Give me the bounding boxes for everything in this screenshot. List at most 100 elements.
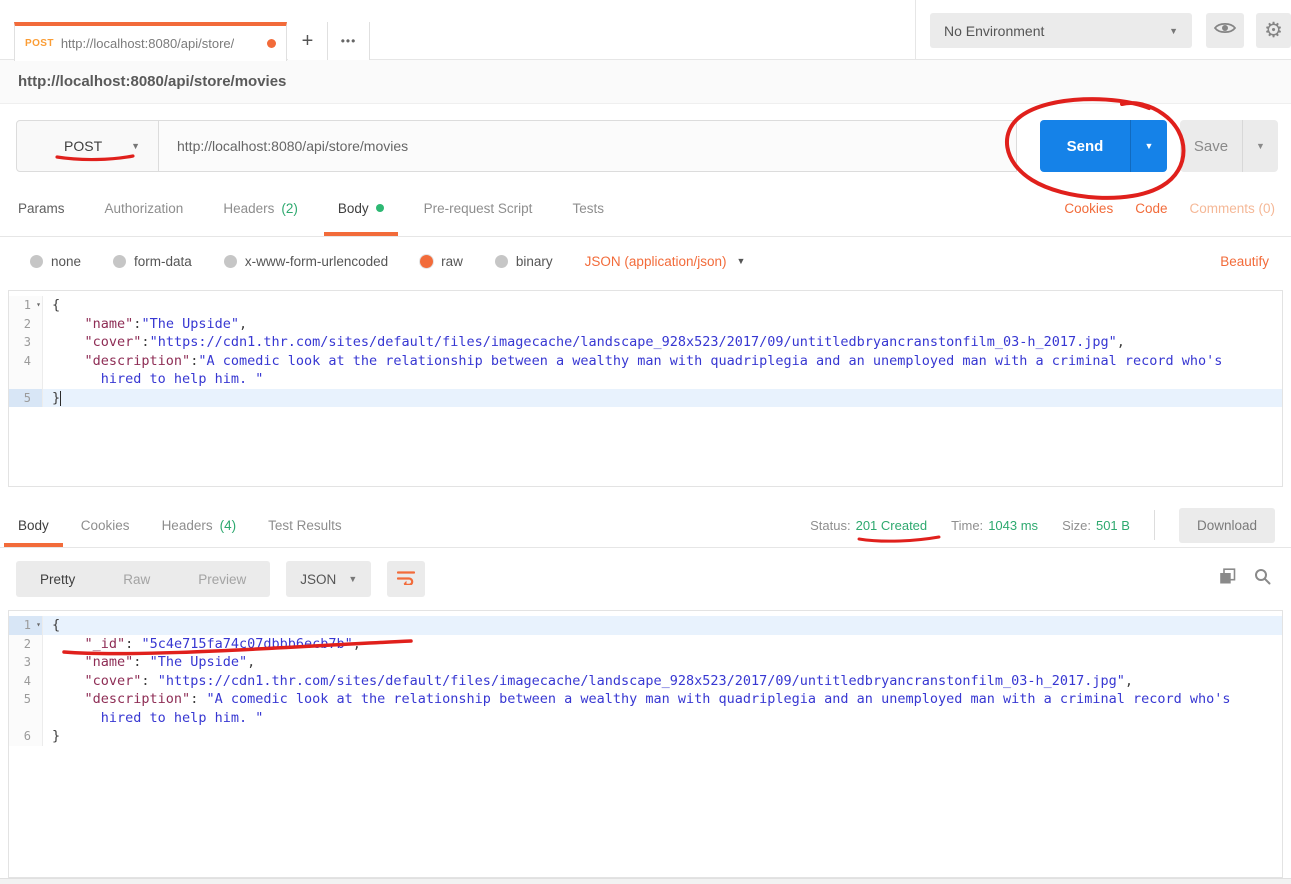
line-number: 5: [9, 690, 43, 709]
body-mode-raw[interactable]: raw: [420, 254, 463, 269]
comments-link[interactable]: Comments (0): [1189, 201, 1275, 216]
status-badge: Status: 201 Created: [810, 518, 927, 533]
beautify-link[interactable]: Beautify: [1220, 254, 1269, 269]
time-label: Time:: [951, 518, 983, 533]
environment-quick-look-button[interactable]: [1206, 13, 1244, 48]
body-mode-x-www-form-urlencoded[interactable]: x-www-form-urlencoded: [224, 254, 388, 269]
fold-toggle-icon[interactable]: ▾: [36, 296, 41, 315]
response-tab-cookies[interactable]: Cookies: [81, 503, 130, 547]
save-button[interactable]: Save ▼: [1180, 120, 1278, 172]
code-line: 4 "description":"A comedic look at the r…: [9, 352, 1282, 371]
radio-icon[interactable]: [224, 255, 237, 268]
meta-divider: [1154, 510, 1155, 540]
copy-button[interactable]: [1219, 568, 1236, 590]
code-text: "description":"A comedic look at the rel…: [43, 352, 1282, 371]
radio-icon[interactable]: [113, 255, 126, 268]
fold-toggle-icon[interactable]: ▾: [36, 616, 41, 635]
line-number: [9, 370, 43, 389]
search-button[interactable]: [1254, 568, 1271, 590]
code-line: 2 "_id": "5c4e715fa74c07dbbb6ecb7b",: [9, 635, 1282, 654]
body-mode-bar: none form-data x-www-form-urlencoded raw bin…: [0, 237, 1291, 285]
body-mode-binary[interactable]: binary: [495, 254, 553, 269]
chevron-down-icon: ▼: [348, 574, 357, 584]
code-text: "name": "The Upside",: [43, 653, 1282, 672]
response-tab-test-results[interactable]: Test Results: [268, 503, 342, 547]
method-dropdown[interactable]: POST ▼: [16, 120, 159, 172]
code-line: 3 "cover":"https://cdn1.thr.com/sites/de…: [9, 333, 1282, 352]
tab-label: Headers: [223, 201, 274, 216]
url-input[interactable]: [159, 120, 1017, 172]
request-body-editor[interactable]: 1▾{2 "name":"The Upside",3 "cover":"http…: [8, 290, 1283, 487]
response-format-dropdown[interactable]: JSON ▼: [286, 561, 371, 597]
size-badge: Size: 501 B: [1062, 518, 1130, 533]
settings-button[interactable]: ⚙: [1256, 13, 1291, 48]
code-text: "name":"The Upside",: [43, 315, 1282, 334]
unsaved-changes-dot: [267, 39, 276, 48]
send-button-label[interactable]: Send: [1040, 120, 1130, 172]
code-text: hired to help him. ": [43, 709, 1282, 728]
response-tab-body[interactable]: Body: [18, 503, 49, 547]
wrap-lines-button[interactable]: [387, 561, 425, 597]
tab-count-badge: (4): [220, 518, 237, 533]
code-text: {: [43, 296, 1282, 315]
code-line: 6}: [9, 727, 1282, 746]
tab-options-button[interactable]: •••: [328, 22, 370, 60]
radio-icon[interactable]: [495, 255, 508, 268]
body-mode-label: x-www-form-urlencoded: [245, 254, 388, 269]
request-tabs-bar: Params Authorization Headers(2) Body Pre-req…: [0, 180, 1291, 237]
code-line: hired to help him. ": [9, 370, 1282, 389]
response-meta: Status: 201 Created Time: 1043 ms Size: …: [810, 503, 1275, 547]
new-tab-button[interactable]: +: [288, 22, 328, 60]
response-body-editor[interactable]: 1▾{2 "_id": "5c4e715fa74c07dbbb6ecb7b",3…: [8, 610, 1283, 878]
line-number: 1▾: [9, 296, 43, 315]
response-view-raw[interactable]: Raw: [99, 572, 174, 587]
line-number: 4: [9, 352, 43, 371]
code-line: 3 "name": "The Upside",: [9, 653, 1282, 672]
tab-label: Cookies: [81, 518, 130, 533]
code-line: 5 "description": "A comedic look at the …: [9, 690, 1282, 709]
code-line: hired to help him. ": [9, 709, 1282, 728]
save-button-label[interactable]: Save: [1180, 120, 1242, 172]
request-tab-headers[interactable]: Headers(2): [223, 180, 298, 236]
header-divider: [915, 0, 916, 60]
body-mode-label: raw: [441, 254, 463, 269]
postman-window: POST http://localhost:8080/api/store/ + …: [0, 0, 1291, 884]
request-tab-body[interactable]: Body: [338, 180, 384, 236]
environment-label: No Environment: [944, 23, 1044, 39]
tab-label: Tests: [572, 201, 604, 216]
request-title-bar: http://localhost:8080/api/store/movies: [0, 60, 1291, 104]
line-number: 5: [9, 389, 43, 408]
response-actions: [1219, 568, 1271, 590]
code-text: {: [43, 616, 1282, 635]
size-value: 501 B: [1096, 518, 1130, 533]
method-label: POST: [64, 138, 102, 154]
cookies-link[interactable]: Cookies: [1064, 201, 1113, 216]
body-mode-form-data[interactable]: form-data: [113, 254, 192, 269]
request-tab-authorization[interactable]: Authorization: [105, 180, 184, 236]
body-mode-none[interactable]: none: [30, 254, 81, 269]
chevron-down-icon: ▼: [1169, 26, 1178, 36]
request-tab-pre-request-script[interactable]: Pre-request Script: [424, 180, 533, 236]
send-options-caret[interactable]: ▼: [1131, 120, 1167, 172]
environment-selector[interactable]: No Environment ▼: [930, 13, 1192, 48]
response-view-pretty[interactable]: Pretty: [16, 572, 99, 587]
content-type-dropdown[interactable]: JSON (application/json) ▼: [585, 254, 746, 269]
line-number: 2: [9, 315, 43, 334]
body-mode-label: none: [51, 254, 81, 269]
code-link[interactable]: Code: [1135, 201, 1167, 216]
top-tab-bar: POST http://localhost:8080/api/store/ + …: [0, 0, 1291, 60]
tab-label: Params: [18, 201, 65, 216]
send-button[interactable]: Send ▼: [1040, 120, 1167, 172]
request-tab-tests[interactable]: Tests: [572, 180, 604, 236]
line-number: 3: [9, 653, 43, 672]
code-line: 1▾{: [9, 616, 1282, 635]
radio-icon[interactable]: [420, 255, 433, 268]
radio-icon[interactable]: [30, 255, 43, 268]
download-button[interactable]: Download: [1179, 508, 1275, 543]
response-tab-headers[interactable]: Headers (4): [162, 503, 237, 547]
response-view-preview[interactable]: Preview: [174, 572, 270, 587]
save-options-caret[interactable]: ▼: [1243, 120, 1278, 172]
request-tab-params[interactable]: Params: [18, 180, 65, 236]
tab-label: Headers: [162, 518, 213, 533]
request-tab-active[interactable]: POST http://localhost:8080/api/store/: [14, 22, 287, 61]
